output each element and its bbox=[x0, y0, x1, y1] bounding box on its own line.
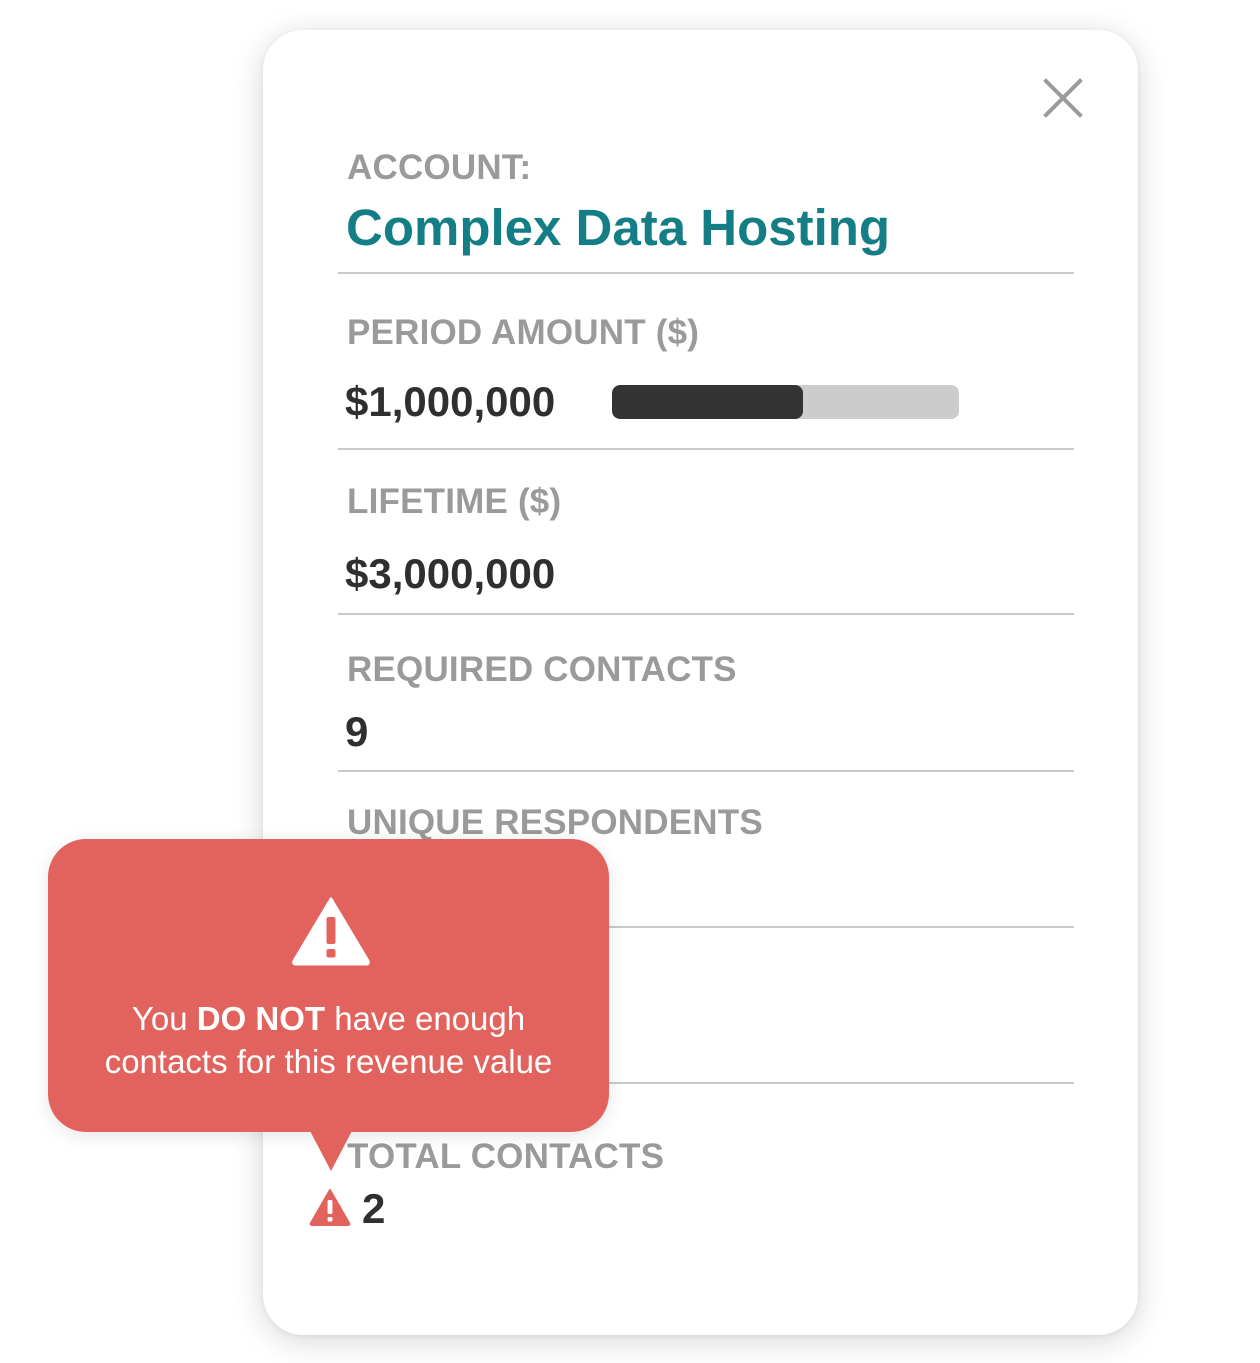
lifetime-label: LIFETIME ($) bbox=[347, 482, 562, 521]
total-contacts-label: TOTAL CONTACTS bbox=[347, 1137, 665, 1176]
account-name: Complex Data Hosting bbox=[346, 199, 891, 256]
warning-text-emphasis: DO NOT bbox=[196, 1000, 326, 1037]
required-contacts-section: REQUIRED CONTACTS 9 bbox=[338, 648, 1074, 768]
account-label: ACCOUNT: bbox=[347, 148, 532, 187]
required-contacts-value: 9 bbox=[345, 708, 369, 755]
total-contacts-section: TOTAL CONTACTS 2 bbox=[338, 1135, 1074, 1255]
period-amount-value: $1,000,000 bbox=[345, 378, 556, 425]
warning-triangle-icon bbox=[290, 895, 372, 967]
progress-bar-fill bbox=[612, 385, 803, 419]
warning-text-part: You bbox=[131, 1000, 197, 1037]
warning-tooltip-message: You DO NOT have enough contacts for this… bbox=[48, 997, 609, 1083]
tooltip-arrow bbox=[309, 1129, 353, 1171]
unique-respondents-label: UNIQUE RESPONDENTS bbox=[347, 803, 763, 842]
period-amount-label: PERIOD AMOUNT ($) bbox=[347, 313, 700, 352]
divider bbox=[338, 272, 1074, 274]
close-button[interactable] bbox=[1039, 74, 1087, 122]
period-amount-section: PERIOD AMOUNT ($) $1,000,000 bbox=[338, 310, 1074, 450]
warning-tooltip: You DO NOT have enough contacts for this… bbox=[48, 839, 609, 1171]
close-icon bbox=[1043, 78, 1083, 118]
required-contacts-label: REQUIRED CONTACTS bbox=[347, 650, 737, 689]
divider bbox=[338, 770, 1074, 772]
warning-triangle-icon[interactable] bbox=[308, 1187, 352, 1227]
total-contacts-value: 2 bbox=[362, 1185, 386, 1232]
lifetime-section: LIFETIME ($) $3,000,000 bbox=[338, 480, 1074, 610]
stage: ACCOUNT: Complex Data Hosting PERIOD AMO… bbox=[0, 0, 1260, 1363]
account-section: ACCOUNT: Complex Data Hosting bbox=[338, 140, 1074, 270]
account-detail-card: ACCOUNT: Complex Data Hosting PERIOD AMO… bbox=[263, 30, 1138, 1335]
warning-text-part: contacts for this revenue value bbox=[104, 1043, 553, 1080]
divider bbox=[338, 613, 1074, 615]
lifetime-value: $3,000,000 bbox=[345, 550, 556, 597]
warning-text-part: have enough bbox=[325, 1000, 526, 1037]
divider bbox=[338, 448, 1074, 450]
period-amount-progress-bar bbox=[612, 385, 959, 419]
